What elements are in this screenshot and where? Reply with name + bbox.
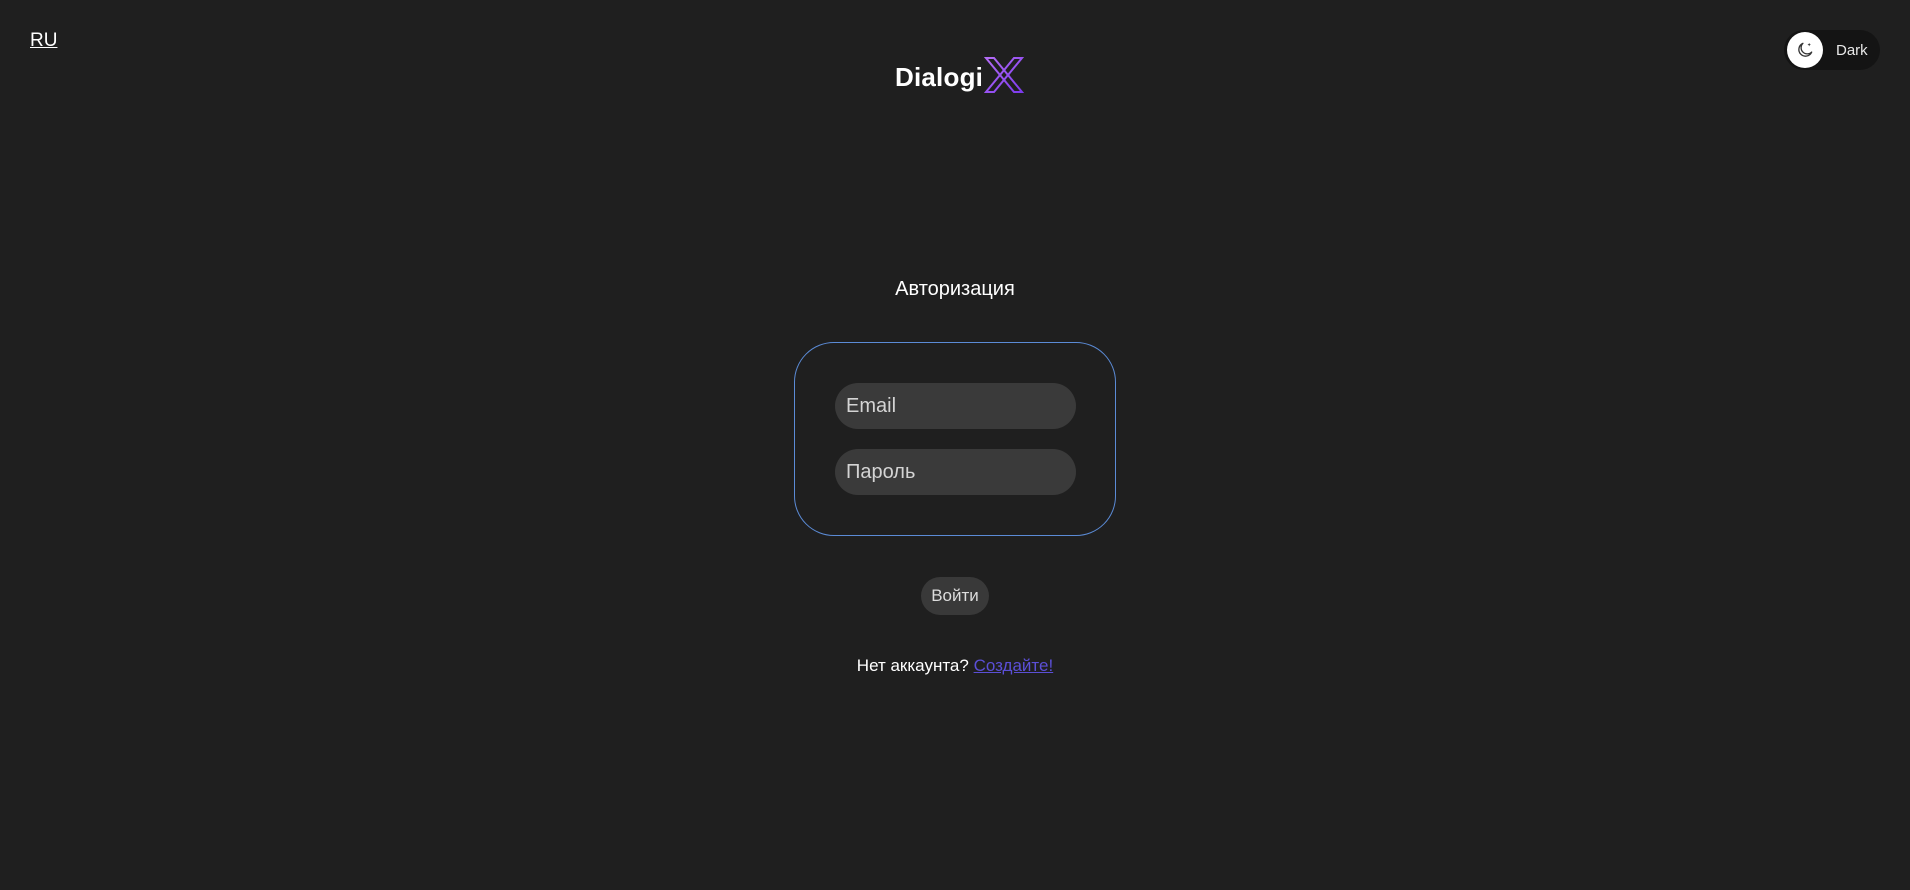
create-account-link[interactable]: Создайте! — [974, 656, 1054, 675]
no-account-text: Нет аккаунта? — [856, 656, 969, 675]
email-field[interactable] — [835, 383, 1076, 429]
login-form-card — [794, 342, 1116, 536]
password-field[interactable] — [835, 449, 1076, 495]
signup-prompt: Нет аккаунта? Создайте! — [0, 656, 1910, 676]
app-logo: Dialogi — [895, 57, 1025, 94]
moon-icon — [1798, 42, 1813, 57]
language-switch-link[interactable]: RU — [30, 30, 57, 52]
page-title: Авторизация — [895, 278, 1015, 300]
logo-x-mark — [983, 57, 1025, 93]
theme-toggle-label: Dark — [1836, 41, 1868, 59]
login-button[interactable]: Войти — [921, 577, 989, 615]
theme-toggle-knob — [1787, 32, 1823, 68]
theme-toggle[interactable]: Dark — [1784, 30, 1880, 70]
logo-text: Dialogi — [895, 61, 984, 92]
